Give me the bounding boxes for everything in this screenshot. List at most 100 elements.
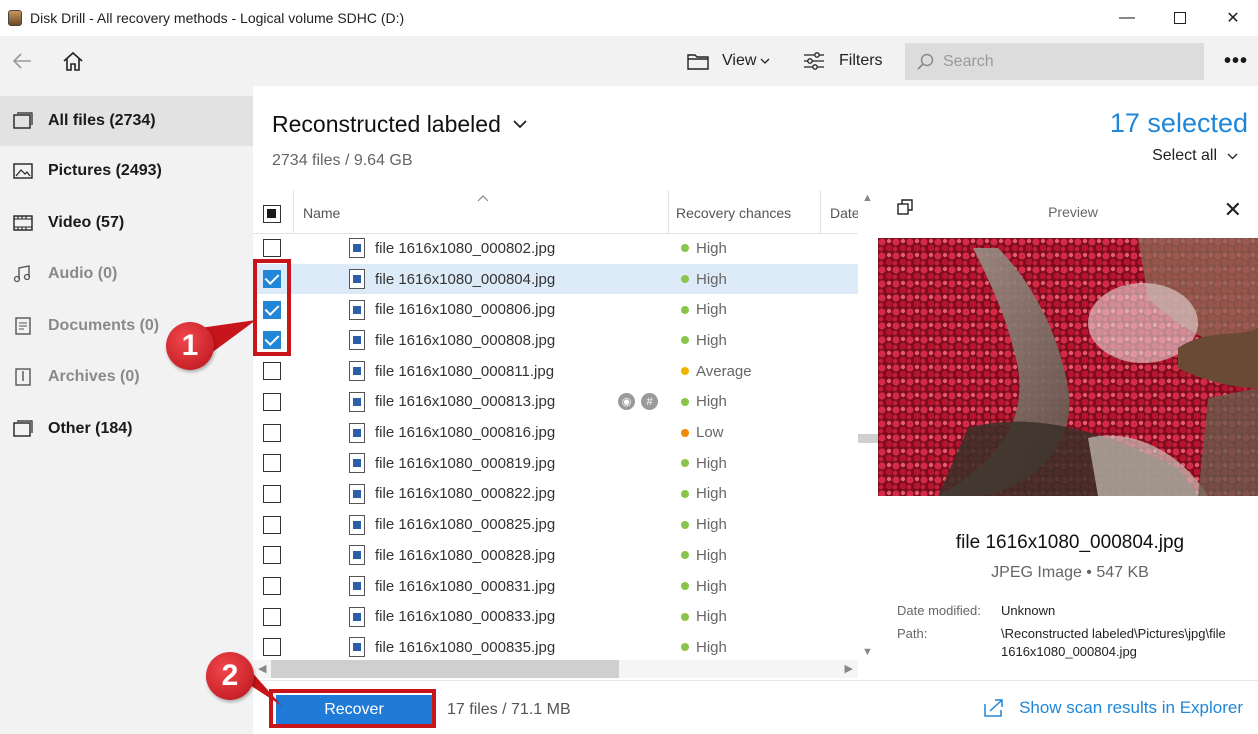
home-button[interactable] bbox=[58, 46, 88, 76]
sidebar-item-audio[interactable]: Audio (0) bbox=[0, 249, 253, 299]
back-button[interactable] bbox=[8, 46, 36, 76]
sidebar-item-video[interactable]: Video (57) bbox=[0, 198, 253, 248]
date-modified-label: Date modified: bbox=[897, 603, 981, 618]
jpg-file-icon bbox=[349, 269, 365, 290]
table-row[interactable]: file 1616x1080_000835.jpg High bbox=[253, 632, 858, 660]
row-checkbox[interactable] bbox=[263, 638, 281, 657]
status-dot-icon bbox=[681, 367, 689, 376]
row-checkbox[interactable] bbox=[263, 484, 281, 503]
recovery-chance: High bbox=[681, 639, 727, 656]
close-preview-button[interactable]: ✕ bbox=[1224, 197, 1242, 223]
row-checkbox[interactable] bbox=[263, 454, 281, 473]
table-row[interactable]: file 1616x1080_000811.jpg Average bbox=[253, 356, 858, 387]
sidebar-item-label: Documents (0) bbox=[48, 317, 160, 334]
file-name: file 1616x1080_000828.jpg bbox=[375, 546, 556, 564]
file-name: file 1616x1080_000819.jpg bbox=[375, 454, 556, 472]
row-checkbox[interactable] bbox=[263, 546, 281, 565]
table-row[interactable]: file 1616x1080_000816.jpg Low bbox=[253, 417, 858, 448]
recovery-chance: High bbox=[681, 240, 727, 257]
recovery-chance-label: High bbox=[696, 638, 727, 656]
status-dot-icon bbox=[681, 551, 689, 560]
table-row[interactable]: file 1616x1080_000813.jpg ◉ # High bbox=[253, 387, 858, 418]
file-name: file 1616x1080_000811.jpg bbox=[375, 362, 555, 380]
folder-title-dropdown[interactable]: Reconstructed labeled bbox=[272, 111, 527, 138]
status-dot-icon bbox=[681, 397, 689, 406]
row-checkbox[interactable] bbox=[263, 423, 281, 442]
external-open-icon bbox=[984, 699, 1003, 717]
sidebar-item-other[interactable]: Other (184) bbox=[0, 404, 253, 454]
jpg-file-icon bbox=[349, 422, 365, 443]
scroll-down-icon[interactable]: ▼ bbox=[862, 646, 873, 658]
sidebar-item-pictures[interactable]: Pictures (2493) bbox=[0, 146, 253, 196]
table-row[interactable]: file 1616x1080_000804.jpg High bbox=[253, 263, 858, 295]
minimize-button[interactable]: — bbox=[1102, 0, 1152, 36]
preview-image bbox=[878, 238, 1258, 496]
jpg-file-icon bbox=[349, 299, 365, 320]
table-row[interactable]: file 1616x1080_000828.jpg High bbox=[253, 540, 858, 571]
filters-button[interactable]: Filters bbox=[803, 48, 883, 74]
more-options-button[interactable]: ••• bbox=[1220, 48, 1252, 74]
row-checkbox[interactable] bbox=[263, 362, 281, 381]
table-row[interactable]: file 1616x1080_000806.jpg High bbox=[253, 294, 858, 325]
table-row[interactable]: file 1616x1080_000819.jpg High bbox=[253, 448, 858, 479]
status-dot-icon bbox=[681, 459, 689, 468]
chevron-down-icon bbox=[513, 120, 527, 129]
view-label: View bbox=[722, 52, 757, 69]
show-in-explorer-link[interactable]: Show scan results in Explorer bbox=[983, 698, 1243, 718]
scroll-up-icon[interactable]: ▲ bbox=[862, 192, 873, 204]
row-checkbox[interactable] bbox=[263, 607, 281, 626]
select-all-checkbox[interactable] bbox=[263, 205, 281, 223]
scroll-right-icon[interactable]: ▶ bbox=[845, 662, 853, 675]
sort-ascending-icon bbox=[477, 195, 489, 202]
column-header-date[interactable]: Date bbox=[830, 205, 858, 221]
maximize-button[interactable] bbox=[1155, 0, 1205, 36]
sidebar-item-all-files[interactable]: All files (2734) bbox=[0, 96, 253, 146]
recovery-chance-label: Low bbox=[696, 424, 724, 442]
row-checkbox[interactable] bbox=[263, 515, 281, 534]
vertical-scrollbar[interactable]: ▲ ▼ bbox=[858, 190, 878, 660]
search-box[interactable] bbox=[905, 43, 1204, 80]
table-row[interactable]: file 1616x1080_000831.jpg High bbox=[253, 571, 858, 602]
file-name: file 1616x1080_000802.jpg bbox=[375, 239, 556, 257]
table-row[interactable]: file 1616x1080_000802.jpg High bbox=[253, 233, 858, 264]
sidebar-item-archives[interactable]: Archives (0) bbox=[0, 352, 253, 402]
table-row[interactable]: file 1616x1080_000833.jpg High bbox=[253, 601, 858, 632]
sidebar-item-label: Video (57) bbox=[48, 214, 125, 231]
search-input[interactable] bbox=[943, 52, 1183, 71]
select-all-dropdown[interactable]: Select all bbox=[1152, 147, 1238, 165]
table-row[interactable]: file 1616x1080_000808.jpg High bbox=[253, 325, 858, 356]
row-actions: ◉ # bbox=[618, 393, 658, 411]
column-header-recovery-chances[interactable]: Recovery chances bbox=[676, 205, 791, 221]
scrollbar-thumb[interactable] bbox=[858, 434, 878, 443]
file-name: file 1616x1080_000804.jpg bbox=[375, 270, 556, 288]
hex-view-icon[interactable]: # bbox=[641, 393, 658, 411]
row-checkbox[interactable] bbox=[263, 577, 281, 596]
jpg-file-icon bbox=[349, 606, 365, 627]
close-window-button[interactable]: ✕ bbox=[1208, 0, 1258, 36]
preview-photo bbox=[878, 238, 1258, 496]
recovery-chance: High bbox=[681, 332, 727, 349]
scrollbar-thumb[interactable] bbox=[271, 660, 619, 678]
horizontal-scrollbar[interactable]: ◀ ▶ bbox=[253, 660, 858, 678]
step-badge-1: 1 bbox=[166, 322, 214, 370]
column-header-name[interactable]: Name bbox=[303, 205, 340, 221]
folder-icon bbox=[687, 54, 709, 70]
close-icon: ✕ bbox=[1223, 197, 1242, 222]
file-name: file 1616x1080_000808.jpg bbox=[375, 331, 556, 349]
recovery-chance-label: High bbox=[696, 331, 727, 349]
recovery-chance: High bbox=[681, 393, 727, 410]
view-menu-button[interactable]: View bbox=[686, 48, 770, 74]
path-label: Path: bbox=[897, 626, 928, 641]
preview-eye-icon[interactable]: ◉ bbox=[618, 393, 635, 411]
show-in-explorer-label: Show scan results in Explorer bbox=[1019, 698, 1243, 717]
file-name: file 1616x1080_000822.jpg bbox=[375, 485, 556, 503]
preview-file-type: JPEG Image • 547 KB bbox=[991, 564, 1149, 581]
row-checkbox[interactable] bbox=[263, 239, 281, 258]
jpg-file-icon bbox=[349, 483, 365, 504]
row-checkbox[interactable] bbox=[263, 392, 281, 411]
sidebar-item-label: Archives (0) bbox=[48, 368, 140, 385]
recovery-chance-label: High bbox=[696, 454, 727, 472]
selected-count: 17 selected bbox=[1109, 108, 1248, 138]
table-row[interactable]: file 1616x1080_000825.jpg High bbox=[253, 509, 858, 540]
table-row[interactable]: file 1616x1080_000822.jpg High bbox=[253, 479, 858, 510]
